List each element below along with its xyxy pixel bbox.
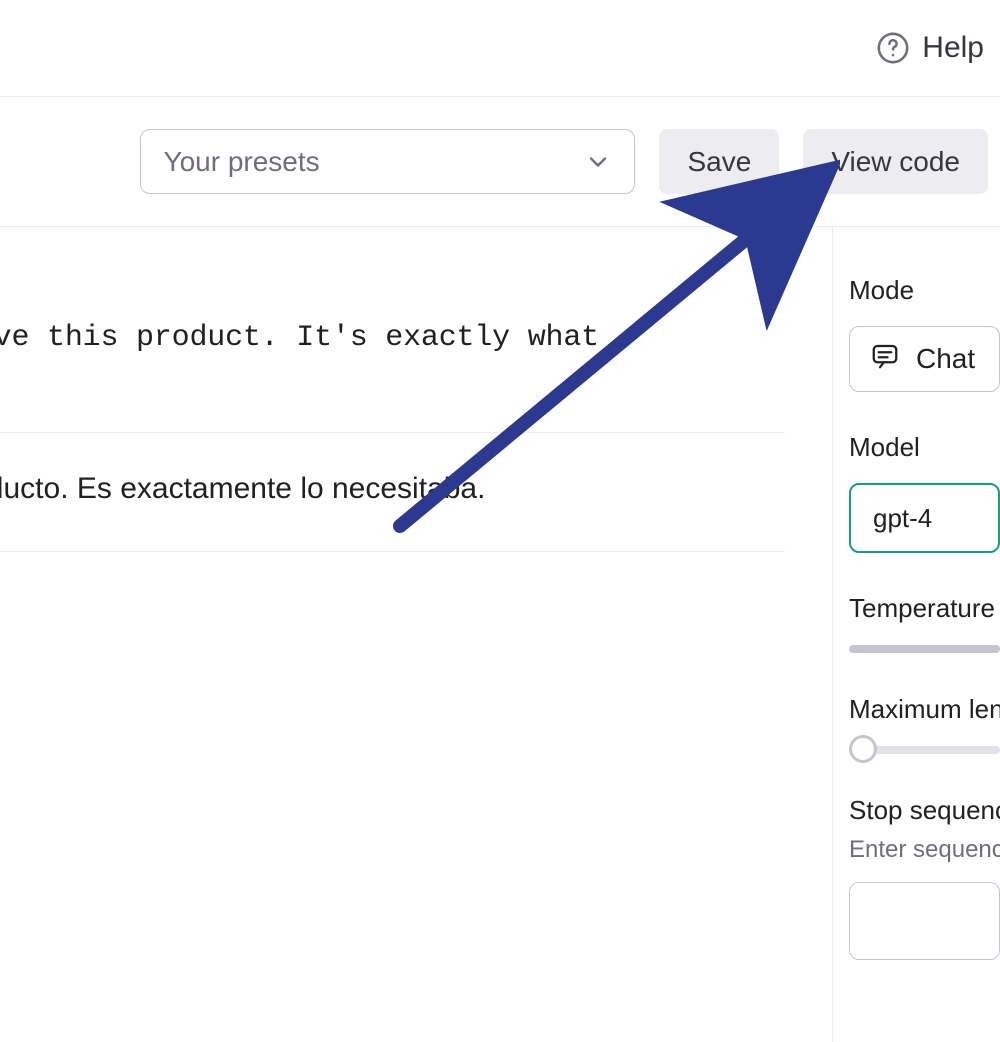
slider-track xyxy=(849,645,1000,653)
stop-sequences-section: Stop sequenc Enter sequence xyxy=(849,795,1000,960)
settings-sidebar: Mode Chat Model gpt-4 Temperat xyxy=(832,227,1000,1042)
chat-icon xyxy=(870,341,900,378)
slider-thumb[interactable] xyxy=(849,735,877,763)
presets-select[interactable]: Your presets xyxy=(140,129,635,194)
save-button[interactable]: Save xyxy=(659,129,779,194)
model-value: gpt-4 xyxy=(873,503,932,534)
max-length-slider[interactable] xyxy=(849,745,1000,755)
mode-label: Mode xyxy=(849,275,1000,306)
stop-sequences-input[interactable] xyxy=(849,882,1000,960)
help-link[interactable]: Help xyxy=(876,31,984,65)
stop-sequences-label: Stop sequenc xyxy=(849,795,1000,826)
help-label: Help xyxy=(922,31,984,65)
model-label: Model xyxy=(849,432,1000,463)
chat-panel: slate: 'I love this product. It's exactl… xyxy=(0,227,832,1042)
message-divider xyxy=(0,551,785,552)
temperature-label: Temperature xyxy=(849,593,1000,624)
max-length-label: Maximum len xyxy=(849,694,1000,725)
assistant-message: ncanta este producto. Es exactamente lo … xyxy=(0,433,832,551)
model-select[interactable]: gpt-4 xyxy=(849,483,1000,553)
chevron-down-icon xyxy=(584,148,612,176)
save-label: Save xyxy=(687,146,751,178)
model-section: Model gpt-4 xyxy=(849,432,1000,553)
toolbar: Your presets Save View code xyxy=(0,97,1000,227)
temperature-section: Temperature xyxy=(849,593,1000,654)
presets-placeholder: Your presets xyxy=(163,146,319,178)
mode-select[interactable]: Chat xyxy=(849,326,1000,392)
mode-section: Mode Chat xyxy=(849,275,1000,392)
view-code-button[interactable]: View code xyxy=(803,129,988,194)
help-icon xyxy=(876,31,910,65)
user-message[interactable]: slate: 'I love this product. It's exactl… xyxy=(0,227,832,432)
temperature-slider[interactable] xyxy=(849,644,1000,654)
view-code-label: View code xyxy=(831,146,960,178)
content: slate: 'I love this product. It's exactl… xyxy=(0,227,1000,1042)
max-length-section: Maximum len xyxy=(849,694,1000,755)
stop-sequences-hint: Enter sequence xyxy=(849,836,1000,864)
topbar: Help xyxy=(0,0,1000,97)
mode-value: Chat xyxy=(916,343,975,375)
